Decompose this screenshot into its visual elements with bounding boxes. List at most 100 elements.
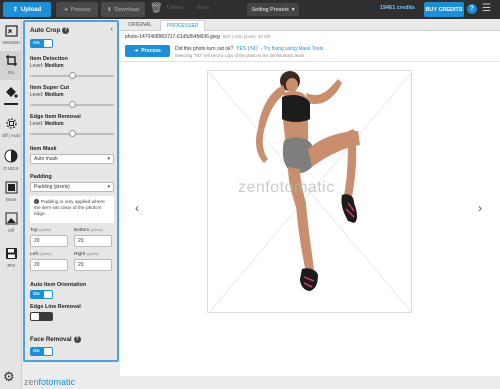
rail-crop[interactable]: On (0, 51, 22, 80)
credits-count: 19461 credits (380, 5, 415, 11)
item-super-cut-level-value: Medium (44, 92, 64, 98)
item-mask-label: Item Mask (30, 146, 57, 152)
edge-removal-slider[interactable] (30, 130, 114, 137)
rail-resize-label: 500x600 (2, 40, 20, 45)
padding-right-input[interactable]: 20 (74, 259, 112, 271)
toggle-knob (44, 40, 52, 47)
rail-crop-label: On (7, 70, 14, 75)
auto-crop-title: Auto Crop (30, 27, 61, 35)
trash-icon[interactable]: 🗑 (150, 3, 163, 15)
bottom-label-text: Bottom (74, 228, 90, 233)
item-detection-level: Level: Medium (30, 63, 64, 69)
mask-tools-link[interactable]: Try fixing using Mask Tools (264, 46, 324, 52)
brand-part-a: zen (24, 377, 39, 387)
rail-shadow[interactable]: None (0, 181, 22, 203)
setting-presets-dropdown[interactable]: Setting Presets ▾ (247, 3, 299, 16)
delete-faded-button[interactable]: Delete (167, 5, 183, 11)
help-icon[interactable]: ? (62, 27, 70, 34)
image-icon (5, 212, 17, 225)
process-icon: ➜ (63, 6, 68, 13)
slider-knob[interactable] (68, 130, 76, 137)
download-button[interactable]: ⬇ Download (101, 2, 145, 17)
footer: zenfotomatic (22, 376, 500, 389)
rail-image-label: Off (8, 228, 14, 233)
brand-logo: zenfotomatic (24, 377, 75, 387)
edge-removal-level: Level: Medium (30, 121, 64, 127)
toggle-knob (31, 313, 39, 320)
yes-link[interactable]: YES (236, 46, 246, 52)
download-label: Download (114, 6, 140, 13)
face-removal-toggle[interactable]: On (30, 347, 53, 356)
item-mask-value: Auto mask (34, 156, 58, 162)
rail-rotate[interactable]: Off | Auto (0, 117, 22, 139)
top-unit: (pixels) (39, 228, 52, 232)
brand-part-b: fotomatic (38, 377, 76, 387)
slider-knob[interactable] (68, 72, 76, 79)
padding-label: Padding (30, 174, 52, 180)
resize-icon (4, 25, 18, 37)
slider-knob[interactable] (68, 101, 76, 108)
auto-orientation-toggle[interactable]: On (30, 290, 53, 299)
chevron-down-icon: ▾ (291, 6, 295, 13)
left-unit: (pixels) (39, 252, 52, 256)
info-icon: i (34, 199, 39, 204)
item-detection-slider[interactable] (30, 72, 114, 79)
upload-button[interactable]: ⇪ Upload (3, 2, 51, 17)
arrow-right-icon: ➜ (134, 48, 139, 54)
next-arrow-icon[interactable]: › (478, 201, 482, 215)
padding-note-text: Padding is only applied where the item s… (34, 200, 105, 217)
rail-background[interactable] (0, 85, 22, 105)
toggle-knob (44, 348, 52, 355)
divider (120, 61, 500, 62)
tab-original[interactable]: ORIGINAL (122, 20, 158, 31)
process-button[interactable]: ➜ Process (125, 45, 170, 57)
auto-crop-toggle[interactable]: On (30, 39, 53, 48)
auto-crop-toggle-label: On (33, 40, 40, 46)
feedback-question: Did this photo turn out ok? YES | NO - T… (175, 46, 324, 52)
watermark: zenfotomatic (238, 179, 335, 196)
tab-processed[interactable]: PROCESSED (160, 20, 206, 31)
item-super-cut-level: Level: Medium (30, 92, 64, 98)
edge-line-removal-toggle[interactable] (30, 312, 53, 321)
collapse-chevron-icon[interactable]: ‹ (111, 26, 113, 33)
rail-format-label: JPG (6, 263, 16, 268)
settings-panel: Auto Crop? ‹ On Item Detection Level: Me… (23, 20, 119, 362)
no-link[interactable]: NO (250, 46, 258, 52)
upload-label: Upload (20, 6, 42, 13)
bottom-unit: (pixels) (90, 228, 103, 232)
process-top-button[interactable]: ➜ Process (56, 2, 98, 17)
prev-arrow-icon[interactable]: ‹ (135, 201, 139, 215)
padding-top-input[interactable]: 20 (30, 235, 68, 247)
left-label: Left (pixels) (30, 252, 52, 257)
presets-label: Setting Presets (251, 6, 289, 13)
padding-left-input[interactable]: 20 (30, 259, 68, 271)
filename: photo-1470468969717-61d5d54fd036.jpeg (125, 34, 220, 40)
hamburger-menu-icon[interactable]: ☰ (482, 4, 493, 14)
rail-image[interactable]: Off (0, 212, 22, 234)
item-super-cut-slider[interactable] (30, 101, 114, 108)
save-faded-button[interactable]: Save (197, 5, 210, 11)
padding-bottom-input[interactable]: 20 (74, 235, 112, 247)
gear-icon[interactable]: ⚙ (3, 369, 15, 385)
padding-select[interactable]: Padding (pixels) ▾ (30, 182, 114, 192)
feedback-subtext: Selecting "NO" will send a copy of the p… (175, 53, 306, 58)
help-icon[interactable]: ? (73, 336, 81, 343)
rail-contrast[interactable]: 0:100:0 (0, 149, 22, 172)
padding-value: Padding (pixels) (34, 184, 70, 190)
tool-rail: 500x600 On Off | Auto 0:100:0 None Off J… (0, 19, 22, 389)
item-mask-select[interactable]: Auto mask ▾ (30, 154, 114, 164)
contrast-icon (4, 149, 18, 163)
crop-icon (5, 55, 17, 66)
item-super-cut-level-prefix: Level: (30, 92, 44, 98)
auto-orientation-label: Auto Item Orientation (30, 282, 87, 288)
rail-resize[interactable]: 500x600 (0, 25, 22, 46)
rail-format[interactable]: JPG (0, 247, 22, 269)
feedback-text: Did this photo turn out ok? (175, 46, 234, 52)
buy-credits-button[interactable]: BUY CREDITS (424, 2, 464, 17)
main-area: ORIGINAL PROCESSED photo-1470468969717-6… (120, 19, 500, 376)
edge-removal-label: Edge Item Removal (30, 114, 81, 120)
edge-line-removal-label: Edge Line Removal (30, 304, 81, 310)
help-icon[interactable]: ? (467, 4, 477, 14)
file-meta: 500 x 600 pixels, 30 KB (222, 34, 271, 39)
chevron-down-icon: ▾ (107, 156, 110, 162)
